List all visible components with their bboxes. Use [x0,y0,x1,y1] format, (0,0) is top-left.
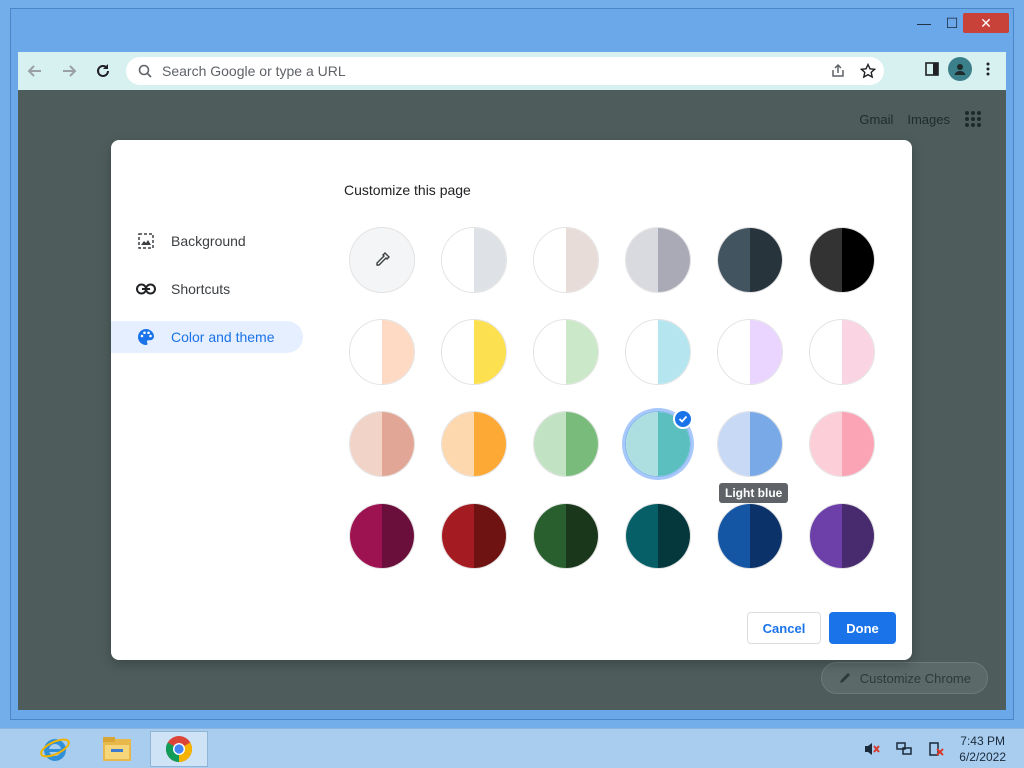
color-swatch-cool-grey[interactable] [625,227,691,293]
color-swatch-dark-red-and-orange[interactable] [441,503,507,569]
palette-icon [135,326,157,348]
link-icon [135,278,157,300]
images-link[interactable]: Images [907,112,950,127]
sidebar-item-label: Shortcuts [171,281,231,297]
profile-button[interactable] [948,57,972,81]
back-icon [27,65,41,77]
omnibox-placeholder: Search Google or type a URL [162,63,346,79]
color-swatch-midnight-blue[interactable] [717,227,783,293]
maximize-button[interactable]: ☐ [939,13,965,33]
cancel-button[interactable]: Cancel [747,612,821,644]
chrome-icon [165,736,193,763]
volume-muted-icon[interactable] [863,741,881,757]
taskbar-chrome[interactable] [150,731,208,767]
clock-time: 7:43 PM [960,734,1005,748]
customize-chrome-button[interactable]: Customize Chrome [820,662,988,694]
color-swatch-grid: Light blue [349,227,877,573]
side-panel-icon[interactable] [924,61,940,77]
pencil-icon [839,673,850,683]
color-swatch-custom-color[interactable] [349,227,415,293]
profile-icon [954,64,966,75]
swatch-tooltip: Light blue [719,483,789,503]
taskbar: 7:43 PM 6/2/2022 [0,728,1024,768]
back-button[interactable] [18,54,52,88]
internet-explorer-icon [40,738,70,761]
omnibox[interactable]: Search Google or type a URL [126,57,884,85]
menu-icon[interactable] [980,61,996,77]
color-swatch-dark-pink-and-red[interactable] [349,503,415,569]
share-icon[interactable] [830,63,846,79]
taskbar-internet-explorer[interactable] [26,731,84,767]
apps-grid-icon[interactable] [964,110,982,128]
color-swatch-light-blue[interactable] [717,411,783,477]
taskbar-file-explorer[interactable] [88,731,146,767]
color-swatch-default[interactable] [441,227,507,293]
selected-check-icon [673,409,693,429]
color-swatch-dark-teal[interactable] [625,503,691,569]
bookmark-star-icon[interactable] [860,63,876,79]
eyedropper-icon [376,252,390,266]
reload-button[interactable] [86,54,120,88]
customize-dialog: Customize this page Background Shortcuts… [111,140,912,660]
reload-icon [97,64,109,77]
sidebar-item-shortcuts[interactable]: Shortcuts [111,273,303,305]
color-swatch-pink-and-white[interactable] [809,319,875,385]
image-icon [135,230,157,252]
clock-date: 6/2/2022 [959,750,1006,764]
color-swatch-light-green[interactable] [533,411,599,477]
browser-toolbar: Search Google or type a URL [18,52,1006,90]
done-button[interactable]: Done [829,612,896,644]
search-icon [138,64,152,78]
clock[interactable]: 7:43 PM 6/2/2022 [959,733,1006,765]
color-swatch-dark-green[interactable] [533,503,599,569]
color-swatch-black[interactable] [809,227,875,293]
sidebar-item-background[interactable]: Background [111,225,303,257]
sidebar-item-color-and-theme[interactable]: Color and theme [111,321,303,353]
color-swatch-purple[interactable] [809,503,875,569]
color-swatch-yellow-and-white[interactable] [441,319,507,385]
color-swatch-light-teal-and-white[interactable] [625,319,691,385]
color-swatch-beige[interactable] [349,411,415,477]
dialog-title: Customize this page [344,182,471,198]
forward-icon [63,65,77,77]
action-center-icon[interactable] [927,741,945,757]
minimize-button[interactable]: — [911,13,937,33]
color-swatch-warm-grey[interactable] [533,227,599,293]
sidebar-item-label: Background [171,233,246,249]
color-swatch-light-pink[interactable] [809,411,875,477]
close-button[interactable]: ✕ [963,13,1009,33]
folder-icon [103,737,131,761]
color-swatch-green-and-white[interactable] [533,319,599,385]
color-swatch-light-purple-and-white[interactable] [717,319,783,385]
customize-chrome-label: Customize Chrome [859,670,971,686]
gmail-link[interactable]: Gmail [859,112,893,127]
color-swatch-dark-blue[interactable] [717,503,783,569]
color-swatch-beige-and-white[interactable] [349,319,415,385]
forward-button[interactable] [52,54,86,88]
system-tray: 7:43 PM 6/2/2022 [863,733,1006,765]
color-swatch-orange[interactable] [441,411,507,477]
sidebar-item-label: Color and theme [171,329,275,345]
network-icon[interactable] [895,741,913,757]
